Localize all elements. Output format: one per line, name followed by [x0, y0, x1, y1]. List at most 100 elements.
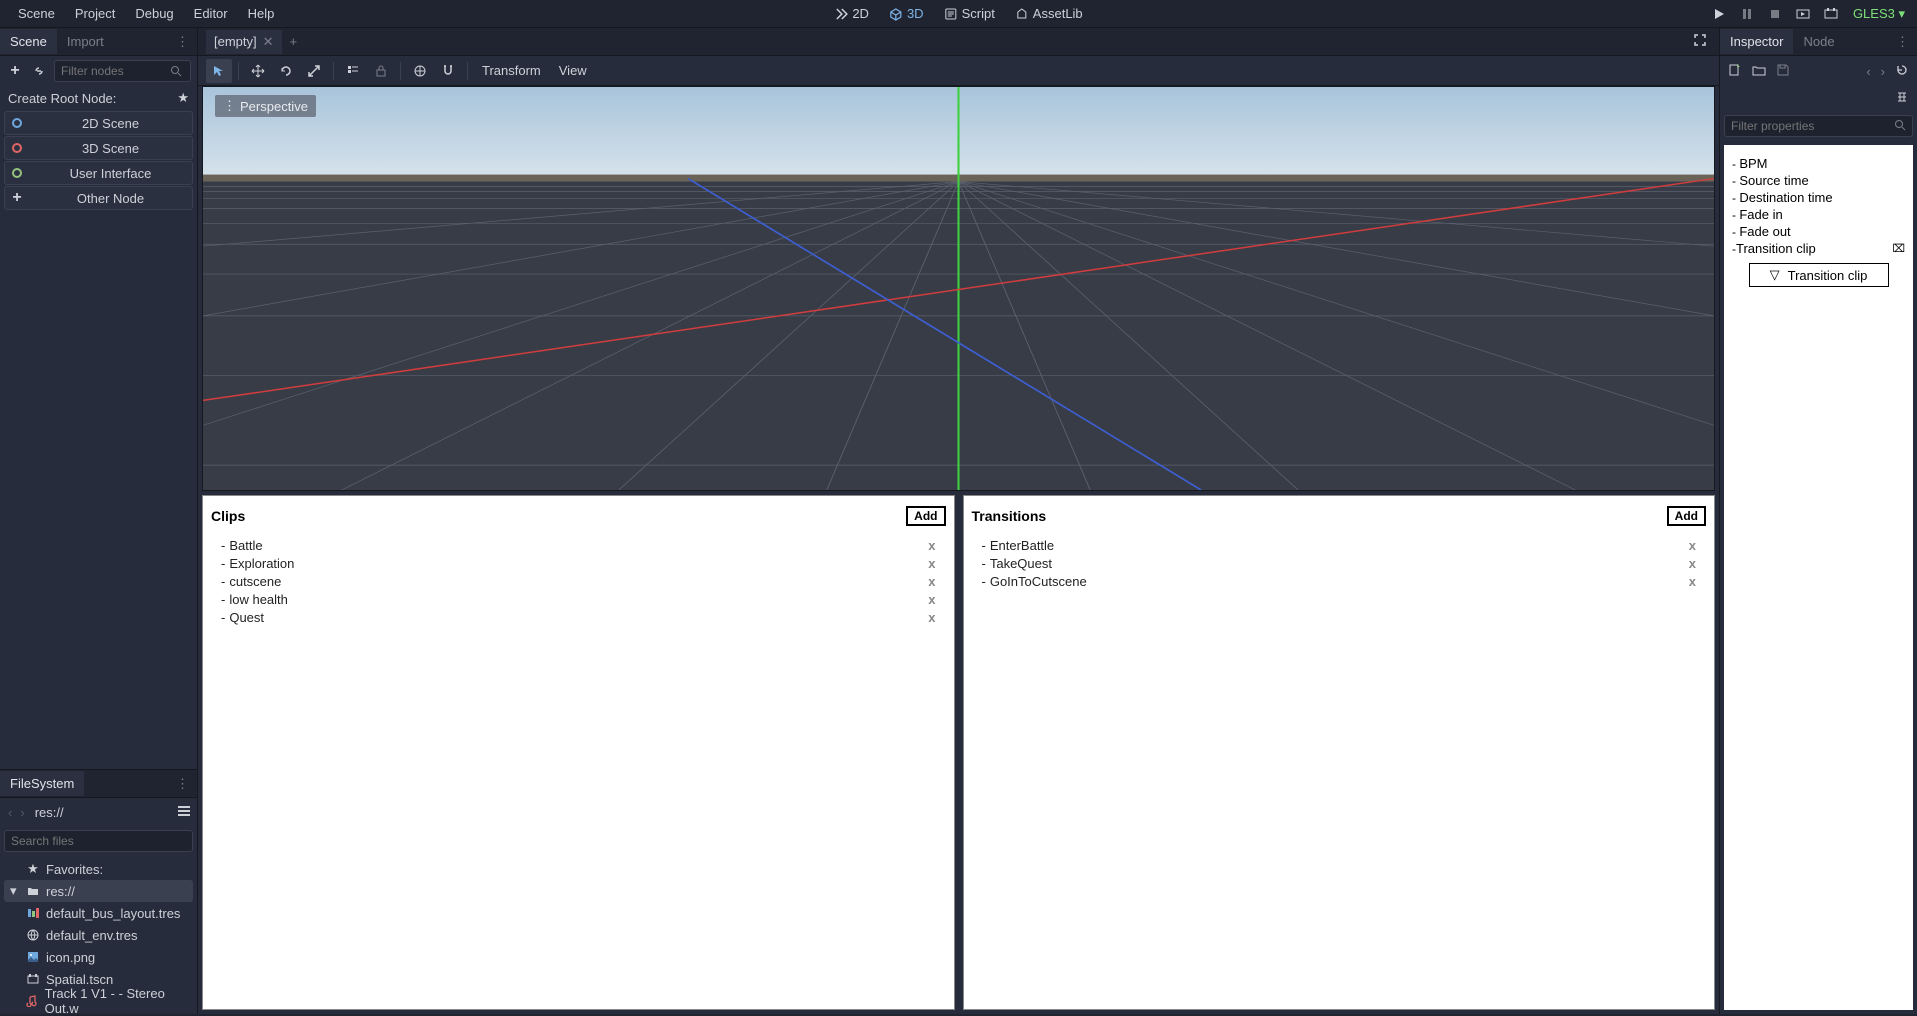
renderer-label[interactable]: GLES3 ▾ [1849, 6, 1909, 22]
prop-transition-clip: - Transition clip⌧ [1730, 240, 1907, 257]
snap-tool[interactable] [435, 59, 461, 83]
clip-item[interactable]: -Battlex [221, 536, 936, 554]
add-scene-tab[interactable]: + [282, 30, 306, 53]
menu-editor[interactable]: Editor [184, 2, 238, 25]
fs-path: res:// [31, 805, 173, 820]
save-resource-icon[interactable] [1776, 63, 1790, 80]
mode-script[interactable]: Script [936, 2, 1003, 25]
scene-tab-empty[interactable]: [empty] ✕ [206, 30, 282, 54]
menu-scene[interactable]: Scene [8, 2, 65, 25]
clips-title: Clips [211, 508, 245, 524]
inspector-menu-icon[interactable]: ⋮ [1888, 34, 1917, 50]
menu-project[interactable]: Project [65, 2, 125, 25]
fs-forward-button[interactable]: › [18, 805, 26, 820]
remove-icon[interactable]: x [928, 574, 935, 589]
globe-tool[interactable] [407, 59, 433, 83]
close-icon[interactable]: ✕ [263, 34, 274, 50]
new-resource-icon[interactable] [1728, 63, 1742, 80]
transition-clip-dropdown[interactable]: ▽ Transition clip [1749, 263, 1889, 287]
transition-item[interactable]: -EnterBattlex [982, 536, 1697, 554]
list-tool[interactable] [340, 59, 366, 83]
clips-add-button[interactable]: Add [906, 506, 945, 526]
filter-nodes-input[interactable] [54, 60, 191, 82]
remove-icon[interactable]: x [928, 538, 935, 553]
load-resource-icon[interactable] [1752, 63, 1766, 80]
lock-tool[interactable] [368, 59, 394, 83]
select-tool[interactable] [206, 59, 232, 83]
history-back-icon[interactable]: ‹ [1866, 64, 1870, 79]
clip-item[interactable]: -cutscenex [221, 572, 936, 590]
root-ui[interactable]: User Interface [4, 161, 193, 185]
distraction-free-icon[interactable] [1689, 33, 1711, 50]
move-tool[interactable] [245, 59, 271, 83]
fs-search-input[interactable] [4, 830, 193, 852]
add-node-button[interactable]: + [6, 62, 24, 80]
fs-file-icon[interactable]: icon.png [4, 946, 193, 968]
favorite-icon[interactable]: ★ [177, 90, 189, 106]
menu-help[interactable]: Help [238, 2, 285, 25]
transition-item[interactable]: -GoInToCutscenex [982, 572, 1697, 590]
root-2d-scene[interactable]: 2D Scene [4, 111, 193, 135]
root-3d-scene[interactable]: 3D Scene [4, 136, 193, 160]
env-icon [26, 929, 40, 941]
remove-icon[interactable]: x [1689, 538, 1696, 553]
transform-menu[interactable]: Transform [474, 59, 549, 82]
audio-icon [26, 995, 39, 1007]
view-menu[interactable]: View [551, 59, 595, 82]
fs-back-button[interactable]: ‹ [6, 805, 14, 820]
fs-file-track[interactable]: Track 1 V1 - - Stereo Out.w [4, 990, 193, 1012]
menu-debug[interactable]: Debug [125, 2, 183, 25]
image-icon [26, 951, 40, 963]
mode-2d[interactable]: 2D [826, 2, 877, 25]
2d-icon [834, 7, 848, 21]
transition-item[interactable]: -TakeQuestx [982, 554, 1697, 572]
transitions-add-button[interactable]: Add [1667, 506, 1706, 526]
play-custom-button[interactable] [1821, 4, 1841, 24]
clip-item[interactable]: -low healthx [221, 590, 936, 608]
history-fwd-icon[interactable]: › [1881, 64, 1885, 79]
tab-import[interactable]: Import [57, 29, 114, 54]
prop-fade-in: - Fade in [1730, 206, 1907, 223]
tab-scene[interactable]: Scene [0, 29, 57, 54]
perspective-button[interactable]: ⋮ Perspective [215, 95, 316, 117]
3d-viewport[interactable]: ⋮ Perspective [202, 86, 1715, 491]
filesystem-menu-icon[interactable]: ⋮ [168, 776, 197, 792]
tab-node[interactable]: Node [1793, 29, 1844, 54]
scene-panel-menu-icon[interactable]: ⋮ [168, 34, 197, 50]
delete-icon[interactable]: ⌧ [1892, 242, 1905, 255]
tab-inspector[interactable]: Inspector [1720, 29, 1793, 54]
history-menu-icon[interactable] [1895, 63, 1909, 80]
fs-file-bus[interactable]: default_bus_layout.tres [4, 902, 193, 924]
transitions-panel: Transitions Add -EnterBattlex -TakeQuest… [963, 495, 1716, 1010]
remove-icon[interactable]: x [928, 610, 935, 625]
tab-filesystem[interactable]: FileSystem [0, 771, 84, 796]
root-other[interactable]: +Other Node [4, 186, 193, 210]
playback-controls: GLES3 ▾ [1709, 4, 1909, 24]
remove-icon[interactable]: x [1689, 556, 1696, 571]
remove-icon[interactable]: x [928, 592, 935, 607]
fs-favorites[interactable]: ★Favorites: [4, 858, 193, 880]
fs-file-env[interactable]: default_env.tres [4, 924, 193, 946]
fs-view-toggle-icon[interactable] [177, 804, 191, 821]
object-props-icon[interactable] [1895, 90, 1909, 107]
mode-assetlib[interactable]: AssetLib [1007, 2, 1091, 25]
pause-button[interactable] [1737, 4, 1757, 24]
link-icon[interactable] [30, 62, 48, 80]
remove-icon[interactable]: x [928, 556, 935, 571]
scale-tool[interactable] [301, 59, 327, 83]
prop-source-time: - Source time [1730, 172, 1907, 189]
create-root-label: Create Root Node: ★ [0, 86, 197, 110]
circle-red-icon [12, 143, 22, 153]
filter-properties-input[interactable] [1724, 115, 1913, 137]
clip-item[interactable]: -Explorationx [221, 554, 936, 572]
scene-panel-tabs: Scene Import ⋮ [0, 28, 197, 56]
remove-icon[interactable]: x [1689, 574, 1696, 589]
play-scene-button[interactable] [1793, 4, 1813, 24]
clip-item[interactable]: -Questx [221, 608, 936, 626]
scene-icon [26, 973, 40, 985]
fs-root[interactable]: ▾res:// [4, 880, 193, 902]
stop-button[interactable] [1765, 4, 1785, 24]
play-button[interactable] [1709, 4, 1729, 24]
rotate-tool[interactable] [273, 59, 299, 83]
mode-3d[interactable]: 3D [881, 2, 932, 25]
